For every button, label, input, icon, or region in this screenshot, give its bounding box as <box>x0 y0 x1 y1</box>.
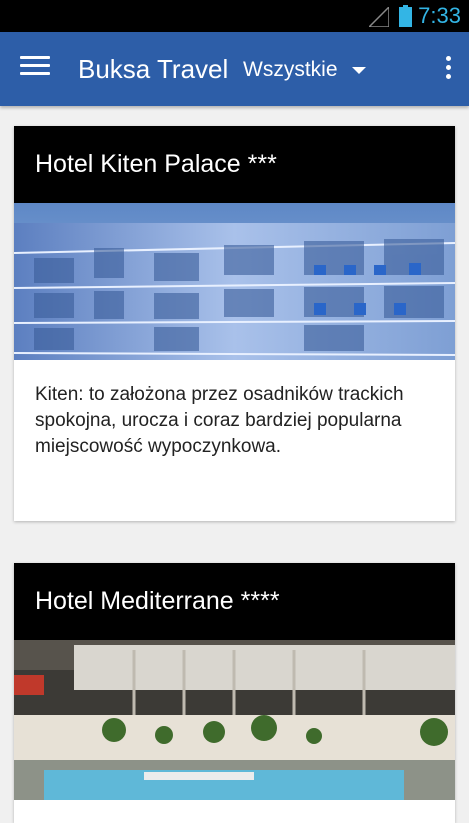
hotel-description: Kiten: to założona przez osadników track… <box>35 384 404 457</box>
card-title-bar: Hotel Kiten Palace *** <box>14 126 455 203</box>
filter-label: Wszystkie <box>243 58 338 81</box>
dropdown-arrow-icon <box>351 66 366 74</box>
hotel-card[interactable]: Hotel Mediterrane **** <box>14 563 455 823</box>
hotel-title: Hotel Mediterrane **** <box>35 587 280 615</box>
battery-icon <box>399 5 412 27</box>
filter-dropdown[interactable]: Wszystkie <box>243 56 366 84</box>
status-time: 7:33 <box>418 3 461 28</box>
signal-icon <box>369 7 389 27</box>
overflow-menu-icon[interactable] <box>443 56 453 84</box>
app-title: Buksa Travel <box>78 54 229 84</box>
hotel-card[interactable]: Hotel Kiten Palace *** Kiten: to założon… <box>14 126 455 521</box>
hamburger-menu-icon[interactable] <box>20 56 50 82</box>
hotel-photo <box>14 203 455 360</box>
hotel-title: Hotel Kiten Palace *** <box>35 150 277 178</box>
app-bar: Buksa Travel Wszystkie <box>0 32 469 106</box>
status-bar: 7:33 <box>0 0 469 32</box>
card-title-bar: Hotel Mediterrane **** <box>14 563 455 640</box>
hotel-photo <box>14 640 455 800</box>
